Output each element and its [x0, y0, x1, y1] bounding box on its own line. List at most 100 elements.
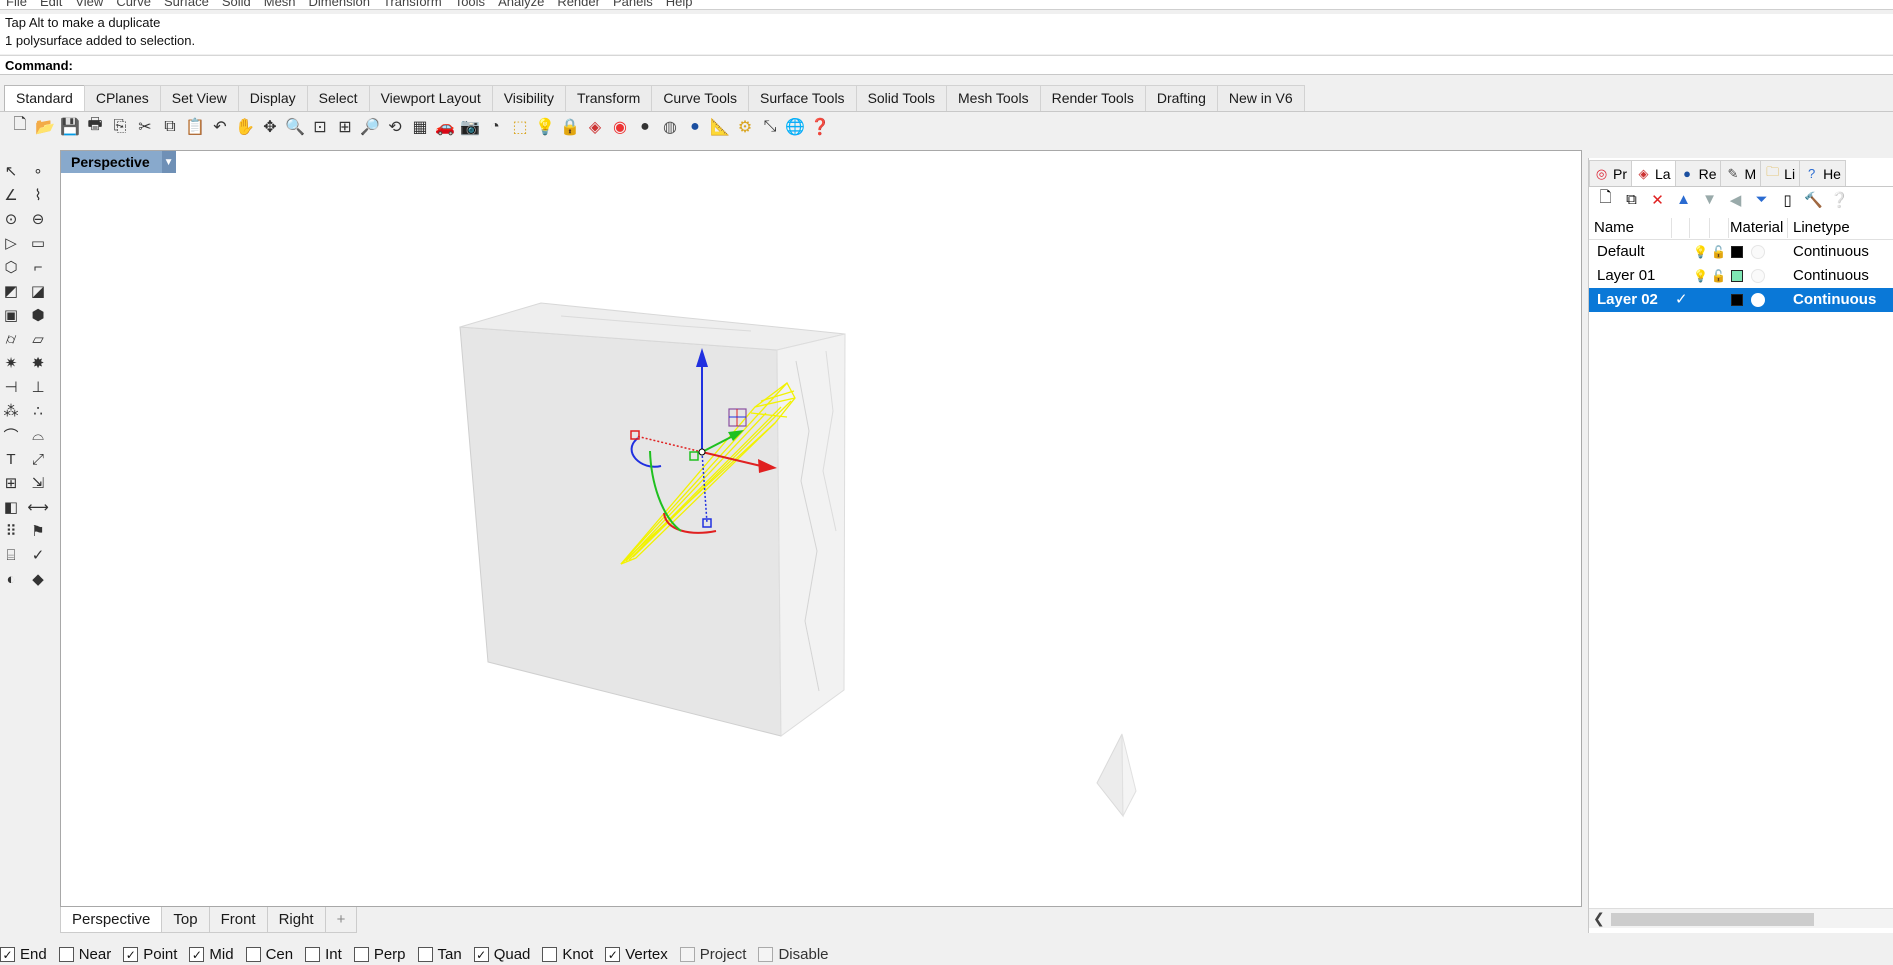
viewport-layout-icon[interactable]: ▦: [408, 115, 432, 139]
layer-linetype[interactable]: Continuous: [1793, 240, 1869, 264]
print-icon[interactable]: 🖶: [83, 115, 107, 139]
grid-array-icon[interactable]: ⠿: [0, 520, 22, 542]
menu-panels[interactable]: Panels: [607, 0, 660, 9]
osnap-checkbox[interactable]: ✓: [0, 947, 15, 962]
layer-color-swatch[interactable]: [1731, 294, 1743, 306]
options-gear-icon[interactable]: ⚙: [733, 115, 757, 139]
layer-name[interactable]: Layer 02: [1597, 288, 1658, 312]
rotate-view-icon[interactable]: ✥: [258, 115, 282, 139]
panel-tab-li[interactable]: 🗀 Li: [1760, 160, 1801, 186]
viewport-tab-perspective[interactable]: Perspective: [60, 907, 163, 933]
tab-standard[interactable]: Standard: [4, 85, 85, 111]
perspective-viewport[interactable]: Perspective ▼: [60, 150, 1582, 907]
fillet-curve-icon[interactable]: ⌐: [27, 256, 49, 278]
panel-tab-he[interactable]: ? He: [1799, 160, 1846, 186]
web-globe-icon[interactable]: 🌐: [783, 115, 807, 139]
osnap-checkbox[interactable]: ✓: [189, 947, 205, 962]
lock-icon[interactable]: 🔒: [558, 115, 582, 139]
undo-view-icon[interactable]: ⟲: [383, 115, 407, 139]
osnap-quad[interactable]: ✓ Quad: [473, 946, 530, 963]
cplane-icon[interactable]: ◔: [483, 115, 507, 139]
tab-display[interactable]: Display: [237, 85, 308, 111]
open-folder-icon[interactable]: 📂: [33, 115, 57, 139]
viewport-tab-right[interactable]: Right: [266, 907, 326, 933]
light-bulb-icon[interactable]: 💡: [1693, 264, 1708, 288]
material-swatch[interactable]: [1751, 245, 1765, 259]
cylinder-icon[interactable]: ⌭: [0, 328, 22, 350]
material-swatch[interactable]: [1751, 293, 1765, 307]
box-icon[interactable]: ▣: [0, 304, 22, 326]
delete-layer-icon[interactable]: ✕: [1647, 189, 1668, 210]
column-header-linetype[interactable]: Linetype: [1793, 216, 1850, 240]
history-icon[interactable]: ⚑: [27, 520, 49, 542]
circle-icon[interactable]: ⊙: [0, 208, 22, 230]
menu-solid[interactable]: Solid: [216, 0, 258, 9]
render-icon[interactable]: ●: [683, 115, 707, 139]
osnap-checkbox[interactable]: [245, 947, 261, 962]
osnap-checkbox[interactable]: [417, 947, 433, 962]
light-bulb-icon[interactable]: 💡: [1693, 240, 1708, 264]
tab-select[interactable]: Select: [306, 85, 370, 111]
solid-box-icon[interactable]: ◧: [0, 496, 22, 518]
polygon-icon[interactable]: ⬡: [0, 256, 22, 278]
menu-render[interactable]: Render: [551, 0, 607, 9]
osnap-end[interactable]: ✓ End: [0, 946, 47, 963]
analyze-icon[interactable]: ⌸: [0, 544, 22, 566]
tab-transform[interactable]: Transform: [565, 85, 653, 111]
layer-row[interactable]: Layer 02 ✓ Continuous: [1589, 288, 1893, 312]
menu-curve[interactable]: Curve: [110, 0, 158, 9]
menu-transform[interactable]: Transform: [377, 0, 449, 9]
copy-icon[interactable]: ⧉: [158, 115, 182, 139]
surface-icon[interactable]: ◩: [0, 280, 22, 302]
tab-solid-tools[interactable]: Solid Tools: [855, 85, 948, 111]
menu-edit[interactable]: Edit: [34, 0, 69, 9]
menu-dimension[interactable]: Dimension: [303, 0, 377, 9]
mesh-icon[interactable]: ▱: [27, 328, 49, 350]
menu-view[interactable]: View: [69, 0, 110, 9]
new-sublayer-icon[interactable]: ⧉: [1621, 189, 1642, 210]
panel-tab-re[interactable]: ● Re: [1674, 160, 1722, 186]
new-layer-icon[interactable]: 🗋: [1595, 189, 1616, 210]
new-file-icon[interactable]: 🗋: [8, 115, 32, 139]
pan-icon[interactable]: ✋: [233, 115, 257, 139]
osnap-near[interactable]: Near: [58, 946, 111, 963]
material-swatch[interactable]: [1751, 269, 1765, 283]
panel-tab-m[interactable]: ✎ M: [1720, 160, 1762, 186]
osnap-checkbox[interactable]: [305, 947, 321, 962]
undo-icon[interactable]: ↶: [208, 115, 232, 139]
fillet-icon[interactable]: ⌒: [0, 424, 22, 446]
boolean-icon[interactable]: ⬢: [27, 304, 49, 326]
zoom-window-icon[interactable]: ⊡: [308, 115, 332, 139]
ungroup-icon[interactable]: ∴: [27, 400, 49, 422]
surface-tools-icon[interactable]: ◪: [27, 280, 49, 302]
unlock-icon[interactable]: 🔓: [1711, 240, 1726, 264]
point-icon[interactable]: ∘: [27, 160, 49, 182]
osnap-checkbox[interactable]: ✓: [123, 947, 139, 962]
osnap-checkbox[interactable]: [353, 947, 369, 962]
osnap-checkbox[interactable]: ✓: [473, 947, 489, 962]
move-icon[interactable]: ⇲: [27, 472, 49, 494]
transform-icon[interactable]: ⤡: [758, 115, 782, 139]
layer-row[interactable]: Default 💡 🔓 Continuous: [1589, 240, 1893, 264]
scroll-thumb[interactable]: [1611, 913, 1814, 926]
plus-icon[interactable]: +: [324, 907, 358, 933]
move-down-icon[interactable]: ▼: [1699, 189, 1720, 210]
menu-surface[interactable]: Surface: [158, 0, 216, 9]
cut-icon[interactable]: ✂: [133, 115, 157, 139]
menu-help[interactable]: Help: [660, 0, 700, 9]
layer-row[interactable]: Layer 01 💡 🔓 Continuous: [1589, 264, 1893, 288]
menu-tools[interactable]: Tools: [449, 0, 492, 9]
column-header-name[interactable]: Name: [1594, 216, 1634, 240]
import-icon[interactable]: ⎘: [108, 115, 132, 139]
layer-color-swatch[interactable]: [1731, 246, 1743, 258]
shaded-sphere-icon[interactable]: ●: [633, 115, 657, 139]
select-filter-icon[interactable]: ⬚: [508, 115, 532, 139]
tab-cplanes[interactable]: CPlanes: [83, 85, 161, 111]
layer-linetype[interactable]: Continuous: [1793, 288, 1876, 312]
paste-icon[interactable]: 📋: [183, 115, 207, 139]
select-arrow-icon[interactable]: ↖: [0, 160, 22, 182]
menu-mesh[interactable]: Mesh: [258, 0, 303, 9]
trim-icon[interactable]: ⊣: [0, 376, 22, 398]
osnap-cen[interactable]: Cen: [245, 946, 293, 963]
light-bulb-icon[interactable]: 💡: [533, 115, 557, 139]
